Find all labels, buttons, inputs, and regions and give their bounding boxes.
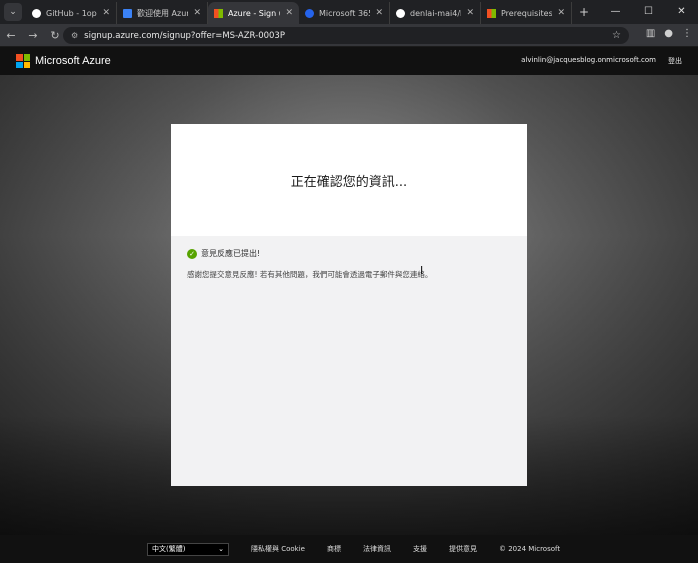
close-icon[interactable]: ✕ [285,8,293,18]
address-bar[interactable]: ⚙ signup.azure.com/signup?offer=MS-AZR-0… [63,27,629,44]
verification-card: 正在確認您的資訊... ✓ 意見反應已提出! 感謝您提交意見反應! 若有其他問題… [171,124,527,486]
tab-title: 歡迎使用 Azure! - [137,8,189,18]
close-window-icon[interactable]: ✕ [665,0,698,22]
maximize-icon[interactable]: ☐ [632,0,665,22]
chevron-down-icon: ⌄ [218,545,224,553]
feedback-message: 感謝您提交意見反應! 若有其他問題，我們可能會透過電子郵件與您連絡。 [187,270,433,279]
github-icon [396,8,405,18]
tab-title: Microsoft 365 ad [319,8,370,18]
tab-title: Azure - Sign up [228,8,280,18]
copyright-text: © 2024 Microsoft [498,545,561,553]
microsoft-icon [487,8,496,18]
browser-toolbar: ← → ↻ ⚙ signup.azure.com/signup?offer=MS… [0,24,698,46]
tab-azure-signup[interactable]: Azure - Sign up ✕ [208,2,299,24]
window-controls: — ☐ ✕ [599,0,698,22]
tab-title: denlai-mai4/hew [410,8,461,18]
close-icon[interactable]: ✕ [557,8,565,18]
account-email[interactable]: alvinlin@jacquesblog.onmicrosoft.com [521,56,656,66]
azure-header: Microsoft Azure alvinlin@jacquesblog.onm… [0,47,698,75]
tab-title: Prerequisites for [501,8,553,18]
tab-github[interactable]: GitHub - 1openw ✕ [26,2,117,24]
account-area: alvinlin@jacquesblog.onmicrosoft.com 登出 [521,56,682,66]
feedback-link[interactable]: 提供意見 [449,544,477,554]
status-text: 意見反應已提出! [201,249,261,258]
menu-icon[interactable]: ⋮ [682,28,692,39]
support-link[interactable]: 支援 [413,544,427,554]
tab-microsoft-365[interactable]: Microsoft 365 ad ✕ [299,2,390,24]
github-icon [32,8,41,18]
footer: 中文(繁體) ⌄ 隱私權與 Cookie 商標 法律資訊 支援 提供意見 © 2… [0,535,698,563]
card-header: 正在確認您的資訊... [171,124,527,236]
new-tab-button[interactable]: + [579,5,589,19]
microsoft-icon [214,8,223,18]
close-icon[interactable]: ✕ [375,8,383,18]
text-cursor-icon: I [420,264,424,277]
legal-link[interactable]: 法律資訊 [363,544,391,554]
profile-icon[interactable]: ● [664,28,673,39]
close-icon[interactable]: ✕ [193,8,201,18]
privacy-link[interactable]: 隱私權與 Cookie [251,544,305,554]
site-info-icon[interactable]: ⚙ [71,31,78,40]
tab-search-icon[interactable]: ⌄ [4,3,22,21]
bookmark-star-icon[interactable]: ☆ [612,30,621,41]
language-select[interactable]: 中文(繁體) ⌄ [147,542,229,556]
toolbar-actions: ▥ ● ⋮ [646,28,692,39]
brand-name[interactable]: Microsoft Azure [35,55,111,67]
back-icon[interactable]: ← [0,29,22,42]
language-value: 中文(繁體) [152,545,186,553]
url-text: signup.azure.com/signup?offer=MS-AZR-000… [84,30,285,41]
check-circle-icon: ✓ [187,248,197,259]
tab-title: GitHub - 1openw [46,8,97,18]
browser-tab-bar: ⌄ GitHub - 1openw ✕ 歡迎使用 Azure! - ✕ Azur… [0,0,698,24]
minimize-icon[interactable]: — [599,0,632,22]
tab-prerequisites[interactable]: Prerequisites for ✕ [481,2,572,24]
close-icon[interactable]: ✕ [466,8,474,18]
card-title: 正在確認您的資訊... [290,174,408,190]
tab-github-repo[interactable]: denlai-mai4/hew ✕ [390,2,481,24]
side-panel-icon[interactable]: ▥ [646,28,655,39]
tab-azure-welcome[interactable]: 歡迎使用 Azure! - ✕ [117,2,208,24]
trademarks-link[interactable]: 商標 [327,544,341,554]
azure-icon [123,8,132,18]
close-icon[interactable]: ✕ [102,8,110,18]
microsoft-logo-icon [16,54,30,68]
microsoft-365-icon [305,8,314,18]
forward-icon[interactable]: → [22,29,44,42]
feedback-status: ✓ 意見反應已提出! [187,248,260,259]
signout-link[interactable]: 登出 [668,56,682,66]
